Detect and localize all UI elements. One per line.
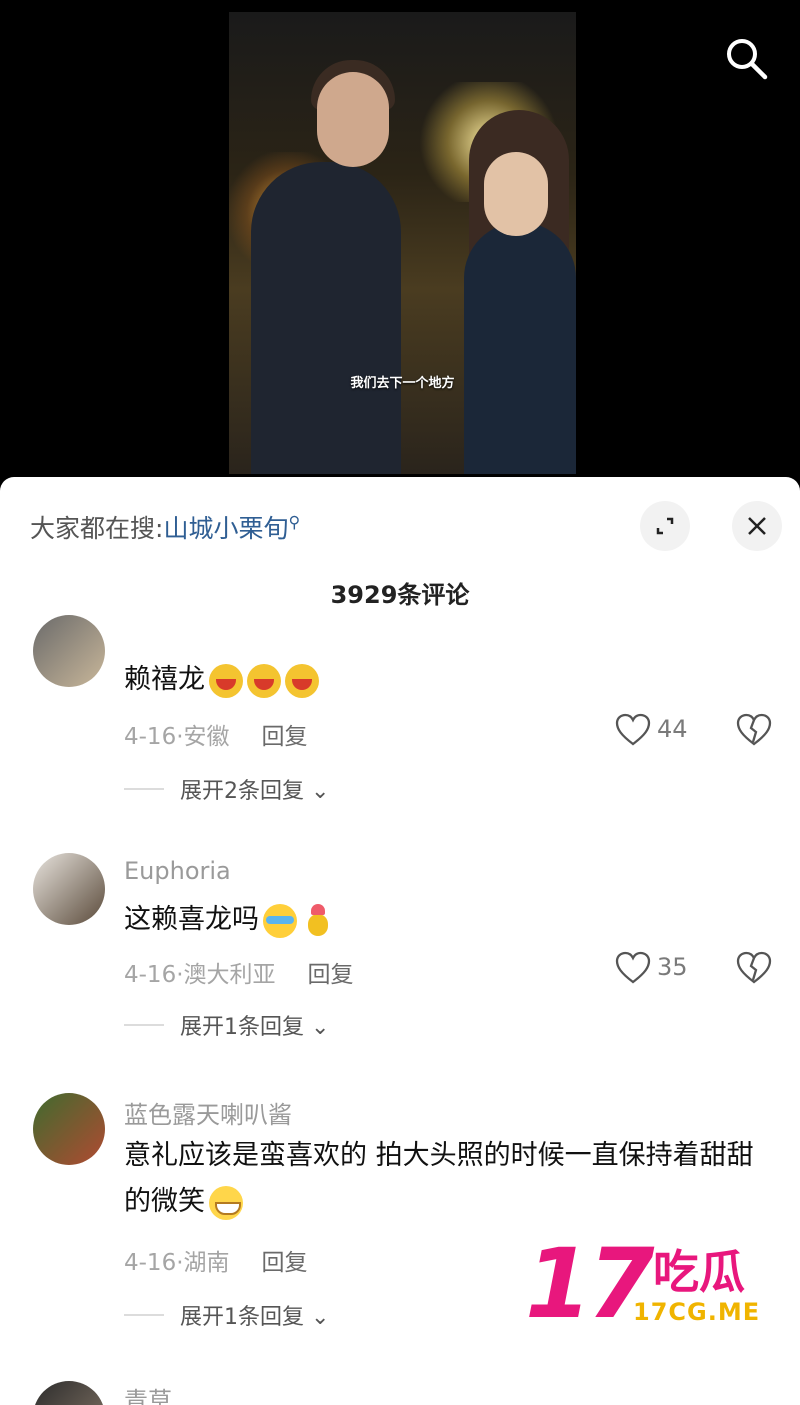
search-small-icon: ⚲ [288, 512, 301, 532]
like-button[interactable]: 35 [615, 951, 705, 985]
laugh-emoji-icon [285, 663, 319, 698]
person-left-head [317, 72, 389, 167]
heart-icon [615, 713, 651, 746]
gift-emoji-icon [301, 903, 335, 938]
comment-date: 4-16 [124, 1250, 177, 1276]
like-button[interactable]: 44 [615, 713, 705, 747]
comment-date: 4-16 [124, 962, 177, 988]
broken-heart-icon [736, 951, 772, 984]
comment-meta: 4-16·澳大利亚 回复 [124, 962, 354, 988]
expand-icon [656, 517, 674, 535]
search-suggestion-prefix: 大家都在搜: [30, 514, 164, 543]
watermark-chinese: 吃瓜 [653, 1245, 745, 1299]
comment-username[interactable]: 青草 [124, 1381, 172, 1405]
avatar[interactable] [33, 853, 105, 925]
crying-laugh-emoji-icon [263, 903, 297, 938]
comment-location: 澳大利亚 [183, 962, 276, 988]
comment-username[interactable]: 蓝色露天喇叭酱 [124, 1095, 292, 1130]
expand-button[interactable] [640, 501, 690, 551]
dislike-button[interactable] [736, 713, 772, 747]
dislike-button[interactable] [736, 951, 772, 985]
search-suggestion-term[interactable]: 山城小栗旬 [163, 514, 288, 543]
comment-location: 湖南 [183, 1250, 230, 1276]
like-count: 35 [657, 953, 688, 981]
reply-button[interactable]: 回复 [262, 1250, 308, 1276]
comment-location: 安徽 [183, 724, 230, 750]
comment-username[interactable]: Euphoria [124, 857, 231, 885]
reply-button[interactable]: 回复 [308, 962, 354, 988]
avatar[interactable] [33, 1093, 105, 1165]
grin-emoji-icon [209, 1185, 243, 1220]
comment-count: 3929条评论 [330, 581, 470, 609]
comment-meta: 4-16·湖南 回复 [124, 1250, 308, 1276]
person-right-head [484, 152, 548, 236]
video-player[interactable]: 我们去下一个地方 [0, 0, 800, 490]
search-suggestion[interactable]: 大家都在搜:山城小栗旬⚲ [30, 509, 300, 545]
comment-text: 赖禧龙 [124, 657, 774, 703]
comment-item: 青草 [0, 1381, 800, 1405]
avatar[interactable] [33, 615, 105, 687]
video-frame[interactable]: 我们去下一个地方 [229, 12, 576, 474]
watermark-logo: 17 吃瓜 17CG.ME [525, 1228, 800, 1340]
chevron-down-icon: ⌄ [311, 1015, 330, 1040]
laugh-emoji-icon [247, 663, 281, 698]
watermark-domain: 17CG.ME [633, 1298, 761, 1326]
comment-meta: 4-16·安徽 回复 [124, 724, 308, 750]
comment-text: 这赖喜龙吗 [124, 897, 774, 943]
chevron-down-icon: ⌄ [311, 1305, 330, 1330]
person-right [464, 222, 576, 474]
comment-date: 4-16 [124, 724, 177, 750]
heart-icon [615, 951, 651, 984]
video-subtitle: 我们去下一个地方 [350, 376, 455, 391]
watermark-number: 17 [525, 1228, 655, 1340]
reply-button[interactable]: 回复 [262, 724, 308, 750]
close-icon [748, 517, 766, 535]
avatar[interactable] [33, 1381, 105, 1405]
comment-text: 意礼应该是蛮喜欢的 拍大头照的时候一直保持着甜甜的微笑 [124, 1133, 774, 1225]
laugh-emoji-icon [209, 663, 243, 698]
comment-item: Euphoria 这赖喜龙吗 4-16·澳大利亚 回复 35 展开1条回复 ⌄ [0, 853, 800, 1047]
chevron-down-icon: ⌄ [311, 779, 330, 804]
close-button[interactable] [732, 501, 782, 551]
comment-item: 赖禧龙 4-16·安徽 回复 44 展开2条回复 ⌄ [0, 615, 800, 807]
person-left [251, 162, 401, 474]
search-icon[interactable] [722, 34, 770, 82]
like-count: 44 [657, 715, 688, 743]
broken-heart-icon [736, 713, 772, 746]
